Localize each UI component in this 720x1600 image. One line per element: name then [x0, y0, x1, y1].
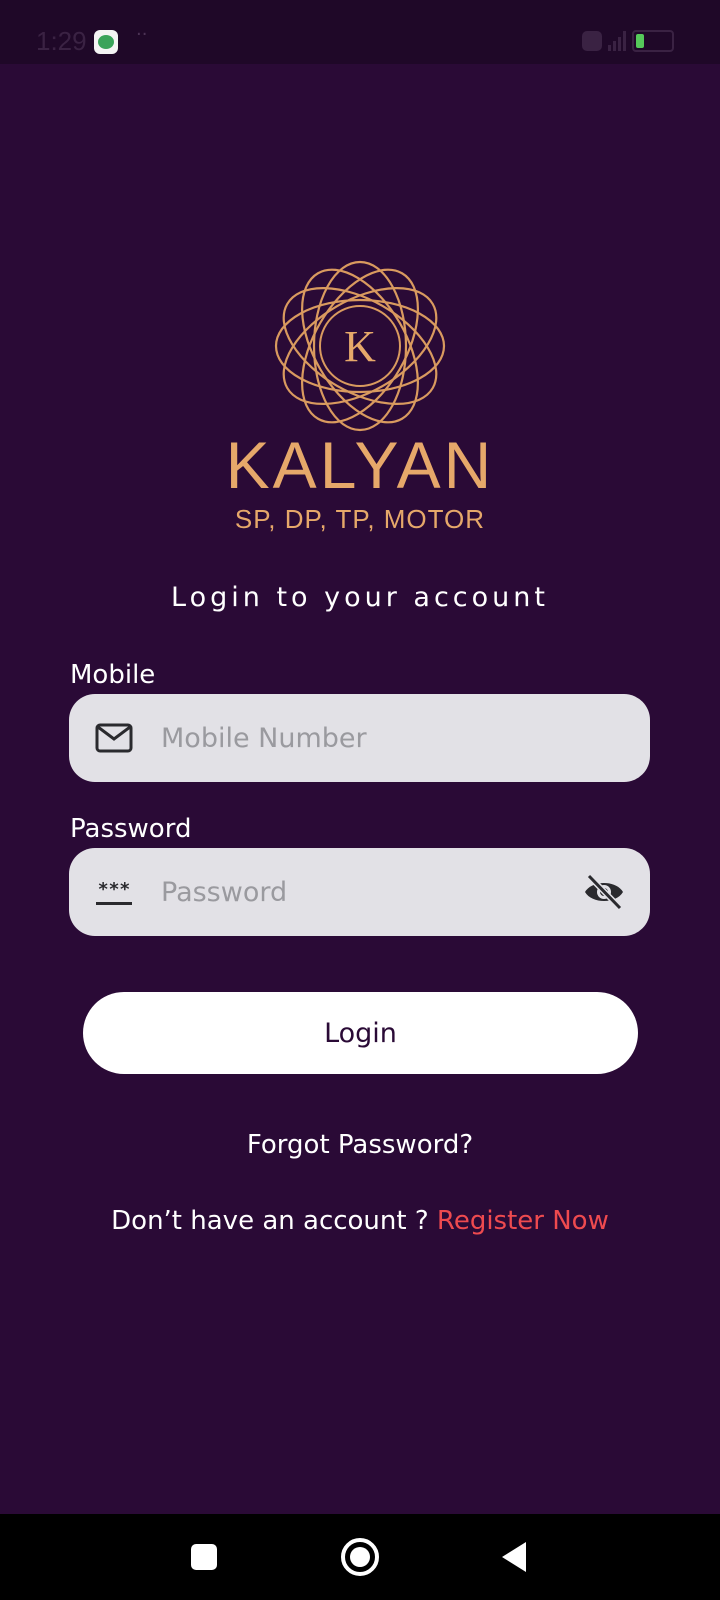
vpn-icon	[582, 31, 602, 51]
signal-icon	[608, 31, 626, 51]
status-bar: 1:29 ··	[0, 0, 720, 64]
back-button[interactable]	[502, 1542, 526, 1572]
more-notifications-icon: ··	[136, 24, 148, 45]
kalyan-logo-icon: K	[274, 260, 446, 432]
mail-icon	[95, 723, 133, 753]
password-label: Password	[70, 814, 192, 844]
recent-apps-button[interactable]	[191, 1544, 217, 1570]
login-heading: Login to your account	[171, 582, 549, 613]
login-button[interactable]: Login	[83, 992, 638, 1074]
navigation-bar	[0, 1514, 720, 1600]
app-notification-icon	[94, 30, 118, 54]
password-field[interactable]: ***	[69, 848, 650, 936]
svg-text:***: ***	[98, 879, 131, 900]
mobile-input[interactable]	[159, 694, 570, 782]
eye-off-icon[interactable]	[582, 872, 626, 912]
battery-icon	[632, 30, 674, 52]
register-now-link[interactable]: Register Now	[437, 1206, 609, 1236]
brand-tagline: SP, DP, TP, MOTOR	[234, 504, 486, 534]
password-input[interactable]	[159, 848, 570, 936]
status-indicators	[582, 30, 674, 52]
home-button[interactable]	[341, 1538, 379, 1576]
svg-text:K: K	[344, 322, 376, 371]
forgot-password-link[interactable]: Forgot Password?	[0, 1132, 720, 1158]
brand-name: KALYAN	[225, 428, 495, 502]
no-account-text: Don’t have an account ?	[111, 1206, 437, 1236]
mobile-label: Mobile	[70, 660, 156, 690]
password-dots-icon: ***	[96, 879, 132, 905]
status-time: 1:29	[36, 26, 87, 56]
login-screen: 1:29 ·· K KALYAN SP, DP, TP, MOTOR Login…	[0, 0, 720, 1600]
mobile-field[interactable]	[69, 694, 650, 782]
register-row: Don’t have an account ? Register Now	[0, 1208, 720, 1234]
